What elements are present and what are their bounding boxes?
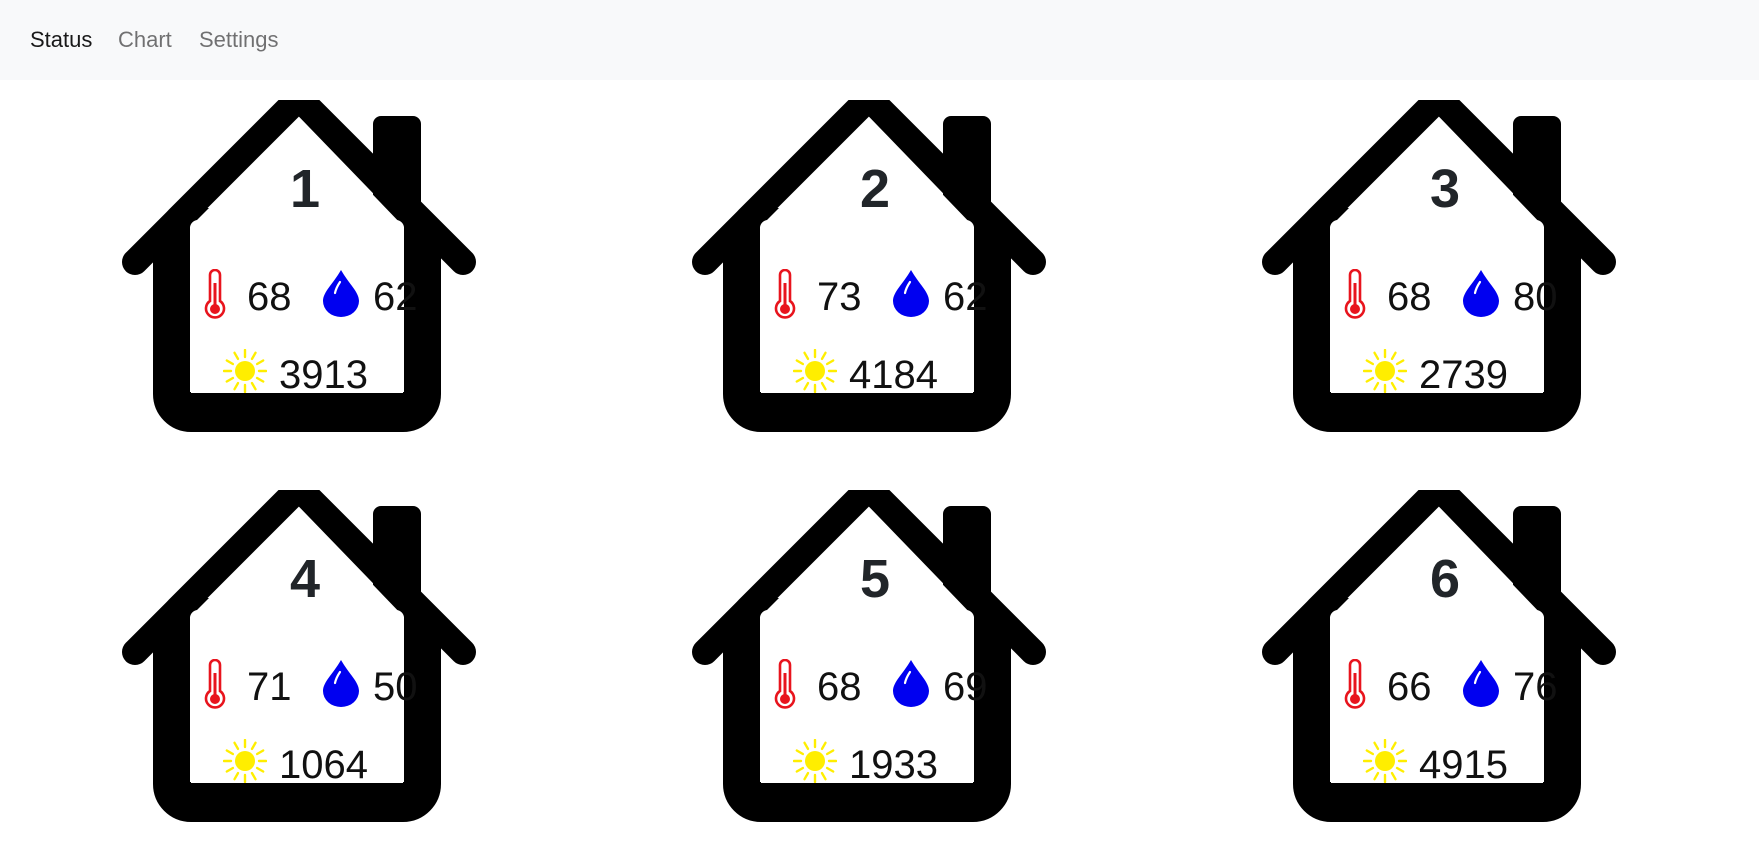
nav-chart[interactable]: Chart [118,25,172,55]
thermometer-icon [204,269,226,319]
light-value: 2739 [1419,353,1508,397]
sun-icon [223,739,267,783]
temperature-value: 68 [247,275,292,319]
humidity-value: 62 [373,275,418,319]
house-card: 5 68 69 1933 [685,490,1065,835]
house-card: 4 71 50 1064 [115,490,495,835]
house-number: 2 [859,159,891,219]
house-card: 2 73 62 4184 [685,100,1065,445]
water-drop-icon [1463,660,1499,707]
sun-icon [1363,739,1407,783]
humidity-value: 50 [373,665,418,709]
water-drop-icon [893,270,929,317]
house-number: 5 [859,549,891,609]
temperature-value: 66 [1387,665,1432,709]
water-drop-icon [893,660,929,707]
light-value: 3913 [279,353,368,397]
house-number: 1 [289,159,321,219]
sun-icon [1363,349,1407,393]
humidity-value: 80 [1513,275,1558,319]
temperature-value: 71 [247,665,292,709]
thermometer-icon [774,659,796,709]
nav-settings[interactable]: Settings [199,25,279,55]
house-card: 6 66 76 4915 [1255,490,1635,835]
house-number: 3 [1429,159,1461,219]
water-drop-icon [1463,270,1499,317]
temperature-value: 68 [817,665,862,709]
house-card: 3 68 80 2739 [1255,100,1635,445]
thermometer-icon [774,269,796,319]
thermometer-icon [204,659,226,709]
water-drop-icon [323,660,359,707]
house-number: 6 [1429,549,1461,609]
humidity-value: 69 [943,665,988,709]
light-value: 4915 [1419,743,1508,787]
house-number: 4 [289,549,321,609]
sun-icon [793,349,837,393]
navbar: Status Chart Settings [0,0,1759,80]
nav-status[interactable]: Status [30,25,92,55]
thermometer-icon [1344,659,1366,709]
light-value: 4184 [849,353,938,397]
temperature-value: 73 [817,275,862,319]
house-card: 1 68 62 3913 [115,100,495,445]
water-drop-icon [323,270,359,317]
humidity-value: 62 [943,275,988,319]
light-value: 1064 [279,743,368,787]
sun-icon [223,349,267,393]
temperature-value: 68 [1387,275,1432,319]
humidity-value: 76 [1513,665,1558,709]
sun-icon [793,739,837,783]
thermometer-icon [1344,269,1366,319]
light-value: 1933 [849,743,938,787]
